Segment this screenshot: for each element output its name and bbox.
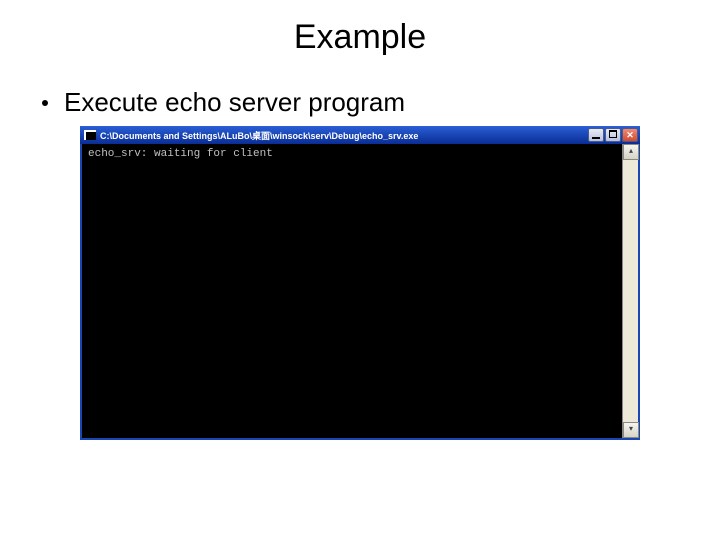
maximize-icon [609,130,617,138]
command-prompt-window: C:\Documents and Settings\ALuBo\桌面\winso… [80,126,640,440]
bullet-text: Execute echo server program [64,87,405,118]
scroll-down-button[interactable]: ▾ [623,422,639,438]
minimize-icon [592,137,600,139]
slide: Example Execute echo server program C:\D… [0,0,720,440]
window-title-bar[interactable]: C:\Documents and Settings\ALuBo\桌面\winso… [80,126,640,144]
console-output: echo_srv: waiting for client [82,144,622,438]
window-client-area: echo_srv: waiting for client ▴ ▾ [80,144,640,440]
bullet-dot-icon [42,100,48,106]
page-title: Example [36,18,684,57]
close-button[interactable]: ✕ [622,128,638,142]
cmd-icon [84,130,96,140]
minimize-button[interactable] [588,128,604,142]
close-icon: ✕ [623,129,637,141]
maximize-button[interactable] [605,128,621,142]
vertical-scrollbar[interactable]: ▴ ▾ [622,144,638,438]
window-controls: ✕ [588,128,638,142]
scroll-up-button[interactable]: ▴ [623,144,639,160]
bullet-item: Execute echo server program [36,87,684,118]
window-title-text: C:\Documents and Settings\ALuBo\桌面\winso… [100,129,588,142]
